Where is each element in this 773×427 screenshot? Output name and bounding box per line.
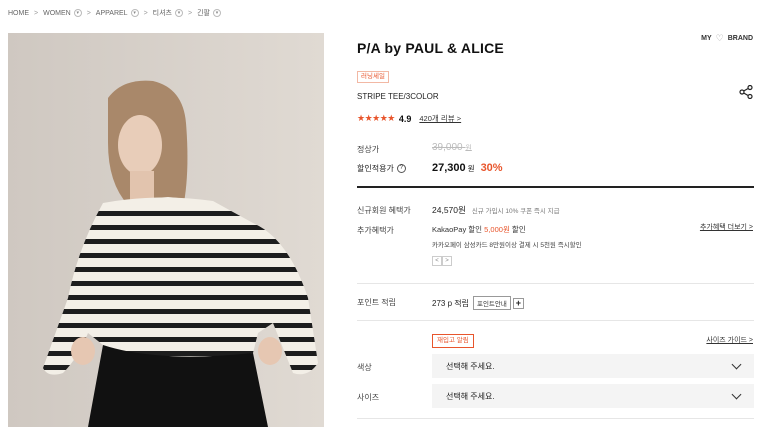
size-select[interactable]: 선택해 주세요. [432, 384, 754, 408]
help-icon[interactable]: ? [396, 163, 406, 173]
breadcrumb-separator: > [86, 9, 91, 17]
breadcrumb-separator: > [188, 9, 193, 17]
chevron-down-icon [731, 359, 742, 369]
brand-label: BRAND [727, 35, 753, 42]
breadcrumb: HOME > WOMEN ▾ > APPAREL ▾ > 티셔츠 ▾ > 긴팔 ▾ [8, 8, 221, 18]
my-brand-button[interactable]: MY ♡ BRAND [701, 33, 753, 44]
sale-price-row: 할인적용가 ? 27,300 원 30% [357, 162, 753, 174]
points-guide-button[interactable]: 포인트안내 [472, 296, 511, 310]
breadcrumb-apparel-label[interactable]: APPAREL [96, 10, 128, 17]
points-value: 273 p 적립 [432, 298, 469, 308]
color-label: 색상 [357, 363, 372, 372]
restock-alert-button[interactable]: 재입고 알림 [432, 334, 474, 348]
breadcrumb-tshirt-label[interactable]: 티셔츠 [153, 8, 172, 18]
pager-prev-button[interactable]: < [432, 256, 442, 266]
points-row: 273 p 적립 포인트안내 + [432, 296, 524, 310]
chevron-down-icon[interactable]: ▾ [73, 9, 82, 17]
review-link[interactable]: 420개 리뷰 > [419, 113, 461, 124]
my-label: MY [701, 35, 712, 42]
original-price: 39,000 원 [432, 142, 472, 153]
extra-benefit-label: 추가혜택가 [357, 226, 394, 235]
heart-icon[interactable]: ♡ [716, 33, 724, 44]
brand-title[interactable]: P/A by PAUL & ALICE [357, 40, 504, 56]
sale-price: 27,300 원 [432, 162, 475, 174]
breadcrumb-women[interactable]: WOMEN ▾ [43, 9, 82, 17]
breadcrumb-longsleeve-label[interactable]: 긴팔 [197, 8, 210, 18]
size-guide-link[interactable]: 사이즈 가이드 > [706, 335, 753, 345]
breadcrumb-apparel[interactable]: APPAREL ▾ [96, 9, 139, 17]
product-image[interactable] [8, 33, 324, 427]
kakao-suffix: 할인 [509, 225, 526, 234]
breadcrumb-longsleeve[interactable]: 긴팔 ▾ [197, 8, 221, 18]
member-price-note: 신규 가입시 10% 쿠폰 즉시 지급 [471, 208, 560, 215]
more-benefit-link[interactable]: 추가혜택 더보기 > [700, 222, 753, 232]
breadcrumb-separator: > [143, 9, 148, 17]
product-name: STRIPE TEE/3COLOR [357, 92, 439, 101]
sale-price-value: 27,300 [432, 162, 466, 174]
breadcrumb-home[interactable]: HOME [8, 10, 29, 17]
benefit-pager: < > [432, 256, 452, 266]
divider [357, 320, 754, 321]
sale-price-unit: 원 [467, 164, 475, 173]
original-price-value: 39,000 [432, 142, 463, 153]
discount-rate: 30% [480, 162, 503, 174]
breadcrumb-separator: > [34, 9, 39, 17]
chevron-down-icon[interactable]: ▾ [212, 9, 221, 17]
chevron-down-icon [731, 389, 742, 399]
kakao-prefix: KakaoPay 할인 [432, 225, 485, 234]
divider [357, 283, 754, 284]
member-price: 24,570원 신규 가입시 10% 쿠폰 즉시 지급 [432, 204, 560, 216]
color-select-value: 선택해 주세요. [446, 361, 495, 371]
share-icon[interactable] [739, 85, 753, 99]
breadcrumb-home-label[interactable]: HOME [8, 10, 29, 17]
breadcrumb-tshirt[interactable]: 티셔츠 ▾ [153, 8, 183, 18]
plus-icon[interactable]: + [512, 297, 524, 309]
pager-next-button[interactable]: > [442, 256, 452, 266]
original-price-label: 정상가 [357, 145, 380, 154]
sale-price-label: 할인적용가 [357, 163, 394, 173]
rating-score: 4.9 [398, 113, 412, 124]
member-price-value: 24,570원 [432, 205, 466, 215]
member-price-label: 신규회원 혜택가 [357, 206, 411, 215]
color-select[interactable]: 선택해 주세요. [432, 354, 754, 378]
breadcrumb-women-label[interactable]: WOMEN [43, 10, 71, 17]
kakao-amount: 5,000원 [484, 225, 510, 234]
size-select-value: 선택해 주세요. [446, 391, 495, 401]
rating-row: ★★★★★ 4.9 420개 리뷰 > [357, 113, 461, 124]
original-price-unit: 원 [465, 145, 472, 152]
points-label: 포인트 적립 [357, 298, 397, 307]
sale-price-label-wrap: 할인적용가 ? [357, 163, 432, 174]
kakao-discount: KakaoPay 할인 5,000원 할인 [432, 224, 526, 235]
product-photo-illustration [8, 33, 324, 427]
size-label: 사이즈 [357, 393, 380, 402]
chevron-down-icon[interactable]: ▾ [130, 9, 139, 17]
chevron-down-icon[interactable]: ▾ [175, 9, 183, 17]
divider [357, 186, 754, 188]
divider [357, 418, 754, 419]
sale-badge: 러닝세일 [357, 71, 389, 83]
card-discount-note: 카카오페이 삼성카드 8만원이상 결제 시 5천원 즉시할인 [432, 242, 582, 249]
star-rating-icon: ★★★★★ [357, 113, 395, 123]
